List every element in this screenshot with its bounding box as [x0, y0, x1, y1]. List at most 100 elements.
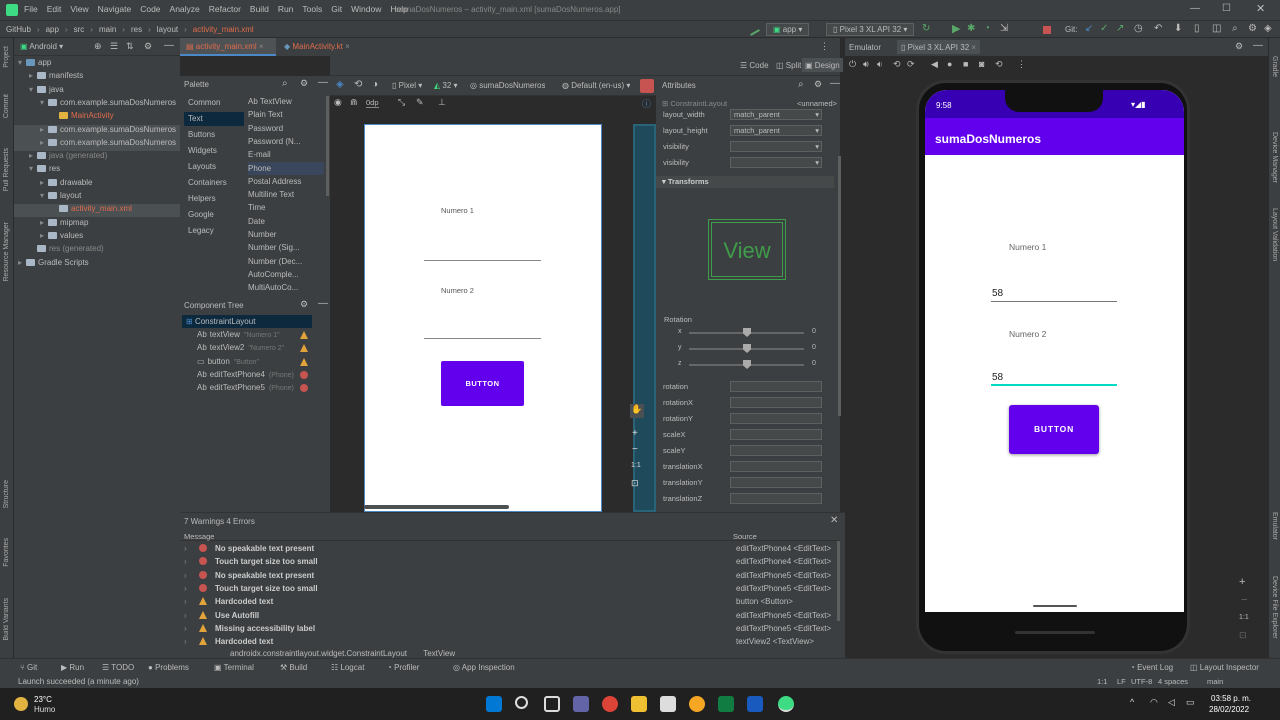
expand-arrow-icon[interactable]: ›: [184, 595, 187, 608]
debug-icon[interactable]: ✱: [967, 23, 975, 34]
tree-item[interactable]: MainActivity: [14, 111, 180, 124]
expand-arrow-icon[interactable]: ›: [184, 635, 187, 648]
tree-item[interactable]: ▾ com.example.sumaDosNumeros: [14, 98, 180, 111]
notifications-icon[interactable]: ◈: [1264, 23, 1272, 34]
store-icon[interactable]: [660, 696, 676, 712]
volume-icon[interactable]: ◁: [1168, 697, 1175, 708]
palette-category-buttons[interactable]: Buttons: [184, 128, 244, 142]
stop-button[interactable]: [1043, 26, 1051, 34]
android-view-select[interactable]: ▣ Android ▾: [20, 42, 63, 51]
attributes-scrollbar[interactable]: [838, 156, 841, 416]
palette-category-legacy[interactable]: Legacy: [184, 224, 244, 238]
palette-item[interactable]: Password: [248, 122, 324, 135]
menu-item-edit[interactable]: Edit: [47, 4, 62, 14]
tab-build[interactable]: ⚒ Build: [280, 663, 307, 672]
menu-item-build[interactable]: Build: [250, 4, 269, 14]
expand-arrow-icon[interactable]: ▾: [29, 164, 37, 173]
rotation-slider-thumb[interactable]: [743, 344, 751, 353]
collapse-all-icon[interactable]: ☰: [110, 41, 118, 52]
orientation-icon[interactable]: ⟲: [354, 79, 362, 90]
maximize-button[interactable]: ☐: [1222, 3, 1231, 14]
preview-label-numero-1[interactable]: Numero 1: [441, 206, 474, 215]
zoom-actual-icon[interactable]: 1:1: [631, 462, 641, 469]
split-view-button[interactable]: ◫ Split: [776, 61, 801, 70]
tree-item[interactable]: ▸ values: [14, 231, 180, 244]
path-item[interactable]: TextView: [423, 649, 455, 658]
side-tab-gradle[interactable]: Gradle: [1271, 56, 1278, 77]
palette-category-containers[interactable]: Containers: [184, 176, 244, 190]
api-select[interactable]: ◭ 32 ▾: [434, 81, 458, 90]
side-tab-build-variants[interactable]: Build Variants: [3, 598, 10, 641]
back-icon[interactable]: ◀: [931, 59, 938, 70]
volume-down-icon[interactable]: 🔉︎: [877, 59, 883, 70]
sum-button[interactable]: BUTTON: [1009, 405, 1099, 454]
expand-arrow-icon[interactable]: ▾: [40, 98, 48, 107]
breadcrumb-item[interactable]: main: [99, 25, 116, 34]
zoom-in-icon[interactable]: +: [632, 428, 638, 439]
menu-item-code[interactable]: Code: [140, 4, 160, 14]
status-item[interactable]: LF: [1117, 677, 1126, 686]
layout-inspector-icon[interactable]: ◫: [1212, 23, 1221, 34]
settings-gear-icon[interactable]: ⚙: [1248, 23, 1257, 34]
problems-scrollbar[interactable]: [837, 541, 840, 621]
palette-category-layouts[interactable]: Layouts: [184, 160, 244, 174]
clock-app-icon[interactable]: [689, 696, 705, 712]
palette-item[interactable]: Plain Text: [248, 108, 324, 121]
search-icon[interactable]: ⌕: [282, 78, 288, 89]
menu-item-tools[interactable]: Tools: [302, 4, 322, 14]
component-tree-item[interactable]: Ab textView "Numero 1": [197, 328, 327, 341]
emulator-device-tab[interactable]: ▯ Pixel 3 XL API 32 ×: [897, 40, 981, 54]
tree-item[interactable]: ▸ com.example.sumaDosNumeros: [14, 124, 180, 138]
weather-temp[interactable]: 23°C: [34, 695, 52, 704]
side-tab-pull-requests[interactable]: Pull Requests: [3, 148, 10, 191]
tray-chevron-icon[interactable]: ^: [1130, 697, 1134, 707]
run-icon[interactable]: ▶: [952, 22, 960, 35]
tree-root-constraintlayout[interactable]: ⊞ ConstraintLayout: [182, 315, 312, 328]
git-commit-icon[interactable]: ✓: [1100, 23, 1108, 34]
close-icon[interactable]: ×: [259, 42, 264, 51]
transform-property-input[interactable]: [730, 445, 822, 456]
event-log-tab[interactable]: ◔ Event Log: [1130, 663, 1173, 672]
rotation-slider-thumb[interactable]: [743, 328, 751, 337]
infer-constraints-icon[interactable]: ✎: [416, 97, 424, 108]
side-tab-project[interactable]: Project: [3, 46, 10, 68]
expand-arrow-icon[interactable]: ▾: [29, 85, 37, 94]
preview-edittext-phone5[interactable]: [424, 338, 541, 339]
android-studio-icon[interactable]: [778, 696, 794, 712]
theme-select[interactable]: ◎ sumaDosNumeros: [470, 81, 545, 90]
search-icon[interactable]: ⌕: [1232, 23, 1238, 34]
edittext-numero-2[interactable]: 58: [991, 370, 1117, 386]
code-view-button[interactable]: ☰ Code: [740, 61, 769, 70]
rotation-slider-thumb[interactable]: [743, 360, 751, 369]
git-push-icon[interactable]: ↗: [1116, 23, 1124, 34]
tree-item[interactable]: ▾ app: [14, 58, 180, 71]
transform-property-input[interactable]: [730, 397, 822, 408]
guidelines-icon[interactable]: ⊥: [438, 97, 446, 108]
warning-icon[interactable]: [300, 344, 308, 353]
hide-panel-icon[interactable]: —: [164, 40, 174, 51]
status-item[interactable]: 4 spaces: [1158, 677, 1188, 686]
rollback-icon[interactable]: ↶: [1154, 23, 1162, 34]
palette-item[interactable]: Postal Address: [248, 175, 324, 188]
battery-icon[interactable]: ▭: [1186, 697, 1195, 708]
tab-problems[interactable]: ● Problems: [148, 663, 189, 672]
hide-panel-icon[interactable]: —: [830, 78, 840, 89]
breadcrumb-item[interactable]: src: [74, 25, 85, 34]
menu-item-analyze[interactable]: Analyze: [170, 4, 200, 14]
side-tab-device-file-explorer[interactable]: Device File Explorer: [1271, 576, 1278, 639]
error-icon[interactable]: [300, 370, 308, 379]
hide-panel-icon[interactable]: —: [1253, 40, 1263, 51]
tree-item[interactable]: res (generated): [14, 244, 180, 257]
tree-item[interactable]: ▾ res: [14, 164, 180, 177]
side-tab-layout-validation[interactable]: Layout Validation: [1271, 208, 1278, 261]
settings-gear-icon[interactable]: ⚙: [1235, 41, 1243, 52]
magnet-icon[interactable]: ⋒: [350, 97, 358, 108]
sdk-manager-icon[interactable]: ⬇: [1174, 23, 1182, 34]
palette-item[interactable]: Phone: [248, 161, 324, 175]
expand-arrow-icon[interactable]: ▸: [29, 71, 37, 80]
hammer-icon[interactable]: [746, 22, 760, 36]
clear-constraints-icon[interactable]: ⤡: [398, 97, 405, 108]
warning-icon[interactable]: [300, 331, 308, 339]
teams-chat-icon[interactable]: [573, 696, 589, 712]
task-view-icon[interactable]: [544, 696, 560, 712]
